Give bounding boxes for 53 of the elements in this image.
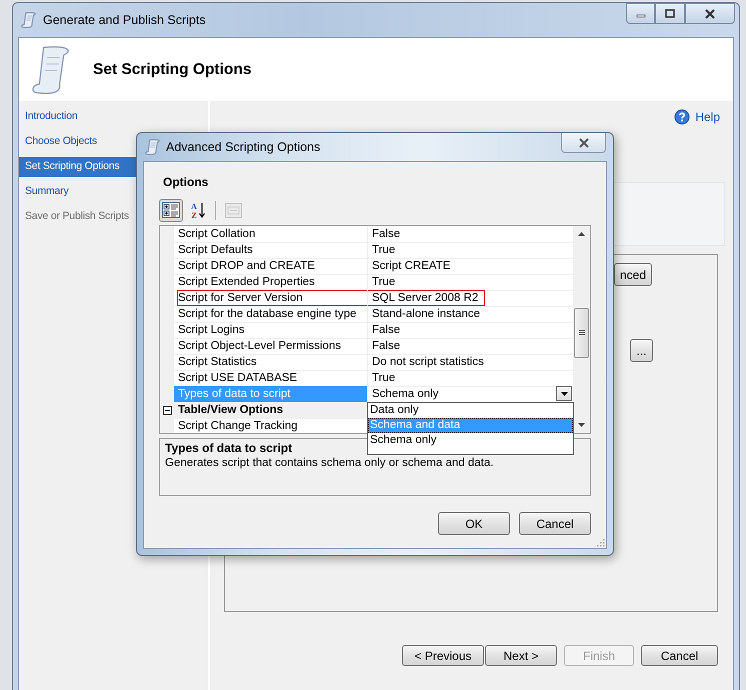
property-value[interactable]: True <box>368 242 573 259</box>
property-value[interactable]: False <box>368 338 573 355</box>
property-name[interactable]: Script Statistics <box>174 354 368 371</box>
scroll-down-icon <box>578 423 585 427</box>
sidebar-item[interactable]: Introduction <box>19 107 208 127</box>
property-name[interactable]: Script DROP and CREATE <box>174 258 368 275</box>
category-name: Table/View Options <box>174 402 368 419</box>
categorized-icon <box>162 202 180 218</box>
description-text: Generates script that contains schema only or schema and data. <box>165 457 494 469</box>
section-label: Options <box>163 175 210 189</box>
help-icon <box>674 109 690 125</box>
property-value[interactable]: Stand-alone instance <box>368 306 573 323</box>
scroll-up-icon <box>578 232 585 236</box>
grip-icon <box>578 330 584 336</box>
property-value[interactable]: Script CREATE <box>368 258 573 275</box>
caret-icon <box>560 392 568 396</box>
close-icon <box>578 138 590 148</box>
window-title: Generate and Publish Scripts <box>43 13 207 27</box>
advanced-button[interactable]: nced <box>614 263 652 286</box>
maximize-button[interactable] <box>655 3 685 24</box>
close-button[interactable] <box>561 133 606 153</box>
dialog-button[interactable]: Cancel <box>519 512 591 535</box>
close-icon <box>704 8 716 18</box>
browse-button[interactable]: ... <box>630 339 653 362</box>
property-name[interactable]: Script Collation <box>174 226 368 243</box>
toolbar-button[interactable] <box>159 198 183 222</box>
property-name[interactable]: Script for the database engine type <box>174 306 368 323</box>
help-link[interactable]: Help <box>695 110 720 124</box>
resize-grip-icon <box>597 539 605 547</box>
close-button[interactable] <box>685 3 735 24</box>
wizard-button[interactable]: < Previous <box>402 645 484 666</box>
dropdown-option[interactable]: Schema only <box>368 433 573 448</box>
description-title: Types of data to script <box>165 441 294 455</box>
property-value[interactable]: Do not script statistics <box>368 354 573 371</box>
property-name[interactable]: Script Defaults <box>174 242 368 259</box>
property-name[interactable]: Script Object-Level Permissions <box>174 338 368 355</box>
dropdown-button[interactable] <box>556 386 572 401</box>
property-value[interactable]: SQL Server 2008 R2 <box>368 290 573 307</box>
property-name[interactable]: Script for Server Version <box>174 290 368 307</box>
scroll-icon <box>21 12 37 28</box>
property-pages-icon <box>225 202 242 218</box>
dialog-title: Advanced Scripting Options <box>166 140 322 154</box>
scrollbar-thumb[interactable] <box>574 308 589 358</box>
property-name[interactable]: Script Logins <box>174 322 368 339</box>
dropdown-option[interactable]: Data only <box>368 403 573 418</box>
scroll-icon <box>145 139 161 155</box>
property-value[interactable]: False <box>368 226 573 243</box>
dialog-button[interactable]: OK <box>438 512 510 535</box>
property-value[interactable]: False <box>368 322 573 339</box>
maximize-icon <box>665 9 675 18</box>
wizard-button[interactable]: Next > <box>485 645 557 666</box>
wizard-button[interactable]: Cancel <box>641 645 718 666</box>
page-heading: Set Scripting Options <box>93 60 252 78</box>
